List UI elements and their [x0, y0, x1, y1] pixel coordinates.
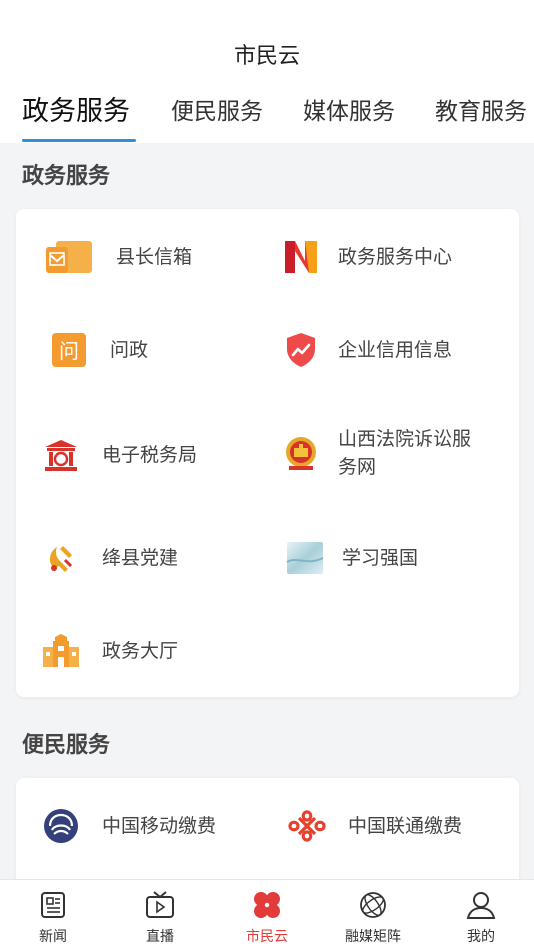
nav-label: 新闻 [39, 929, 67, 945]
nav-label: 融媒矩阵 [345, 929, 401, 945]
service-label: 县长信箱 [116, 246, 193, 268]
service-label: 中国移动缴费 [102, 815, 217, 837]
party-emblem-icon [36, 538, 86, 578]
court-emblem-icon [276, 433, 326, 473]
service-item-xuexi[interactable]: 学习强国 [280, 538, 418, 578]
tab-gov-services[interactable]: 政务服务 [22, 89, 130, 128]
ask-gov-icon: 问 [44, 330, 94, 370]
mailbox-icon [44, 237, 94, 277]
category-tabs: 政务服务 便民服务 媒体服务 教育服务 [0, 92, 534, 143]
nav-label: 直播 [146, 929, 174, 945]
section-title-convenience: 便民服务 [22, 733, 111, 758]
service-item-china-mobile[interactable]: 中国移动缴费 [36, 806, 216, 846]
tab-media-services[interactable]: 媒体服务 [303, 92, 395, 126]
service-item-gov-hall[interactable]: 政务大厅 [36, 631, 178, 671]
service-item-gov-center[interactable]: 政务服务中心 [276, 237, 452, 277]
tab-education-services[interactable]: 教育服务 [435, 92, 527, 126]
gov-hall-icon [36, 631, 86, 671]
app-root: 市民云 政务服务 便民服务 媒体服务 教育服务 政务服务 县长信箱 政务服务中心… [0, 0, 534, 950]
page-title: 市民云 [233, 44, 300, 69]
service-item-party-building[interactable]: 绛县党建 [36, 538, 178, 578]
nav-item-me[interactable]: 我的 [441, 888, 521, 946]
service-item-court[interactable]: 山西法院诉讼服务网 [276, 425, 488, 481]
service-item-mailbox[interactable]: 县长信箱 [44, 237, 192, 277]
header: 市民云 政务服务 便民服务 媒体服务 教育服务 [0, 0, 534, 143]
tab-convenience-services[interactable]: 便民服务 [171, 92, 263, 126]
service-label: 企业信用信息 [338, 339, 453, 361]
service-label: 政务大厅 [102, 640, 179, 662]
nav-item-citizen-cloud[interactable]: 市民云 [227, 888, 307, 946]
nav-label: 我的 [467, 929, 495, 945]
bottom-nav: 新闻 直播 市民云 融媒矩阵 我的 [0, 879, 534, 950]
service-label: 山西法院诉讼服务网 [338, 428, 472, 478]
service-label: 学习强国 [342, 547, 419, 569]
news-icon [36, 888, 70, 922]
china-mobile-icon [36, 806, 86, 846]
clover-icon [250, 888, 284, 922]
service-item-ask-gov[interactable]: 问 问政 [44, 330, 148, 370]
gov-services-card: 县长信箱 政务服务中心 问 问政 企业信用信息 电子税务局 山西法院诉讼服务网 … [16, 209, 519, 697]
service-item-china-unicom[interactable]: 中国联通缴费 [282, 806, 462, 846]
service-label: 问政 [110, 339, 149, 361]
svg-text:问: 问 [59, 339, 79, 363]
user-icon [464, 888, 498, 922]
section-title-gov: 政务服务 [22, 164, 111, 189]
sphere-icon [356, 888, 390, 922]
service-label: 电子税务局 [102, 444, 198, 466]
xuexi-qiangguo-icon [280, 538, 330, 578]
service-label: 中国联通缴费 [348, 815, 463, 837]
tax-bureau-icon [36, 435, 86, 475]
service-item-tax-bureau[interactable]: 电子税务局 [36, 435, 197, 475]
nav-item-media-matrix[interactable]: 融媒矩阵 [333, 888, 413, 946]
gov-center-logo-icon [276, 237, 326, 277]
service-label: 绛县党建 [102, 547, 179, 569]
nav-label: 市民云 [246, 929, 288, 945]
credit-shield-icon [276, 330, 326, 370]
tab-active-indicator [22, 139, 136, 142]
service-item-credit[interactable]: 企业信用信息 [276, 330, 452, 370]
nav-item-live[interactable]: 直播 [120, 888, 200, 946]
nav-item-news[interactable]: 新闻 [13, 888, 93, 946]
china-unicom-icon [282, 806, 332, 846]
tv-live-icon [143, 888, 177, 922]
service-label: 政务服务中心 [338, 246, 453, 268]
